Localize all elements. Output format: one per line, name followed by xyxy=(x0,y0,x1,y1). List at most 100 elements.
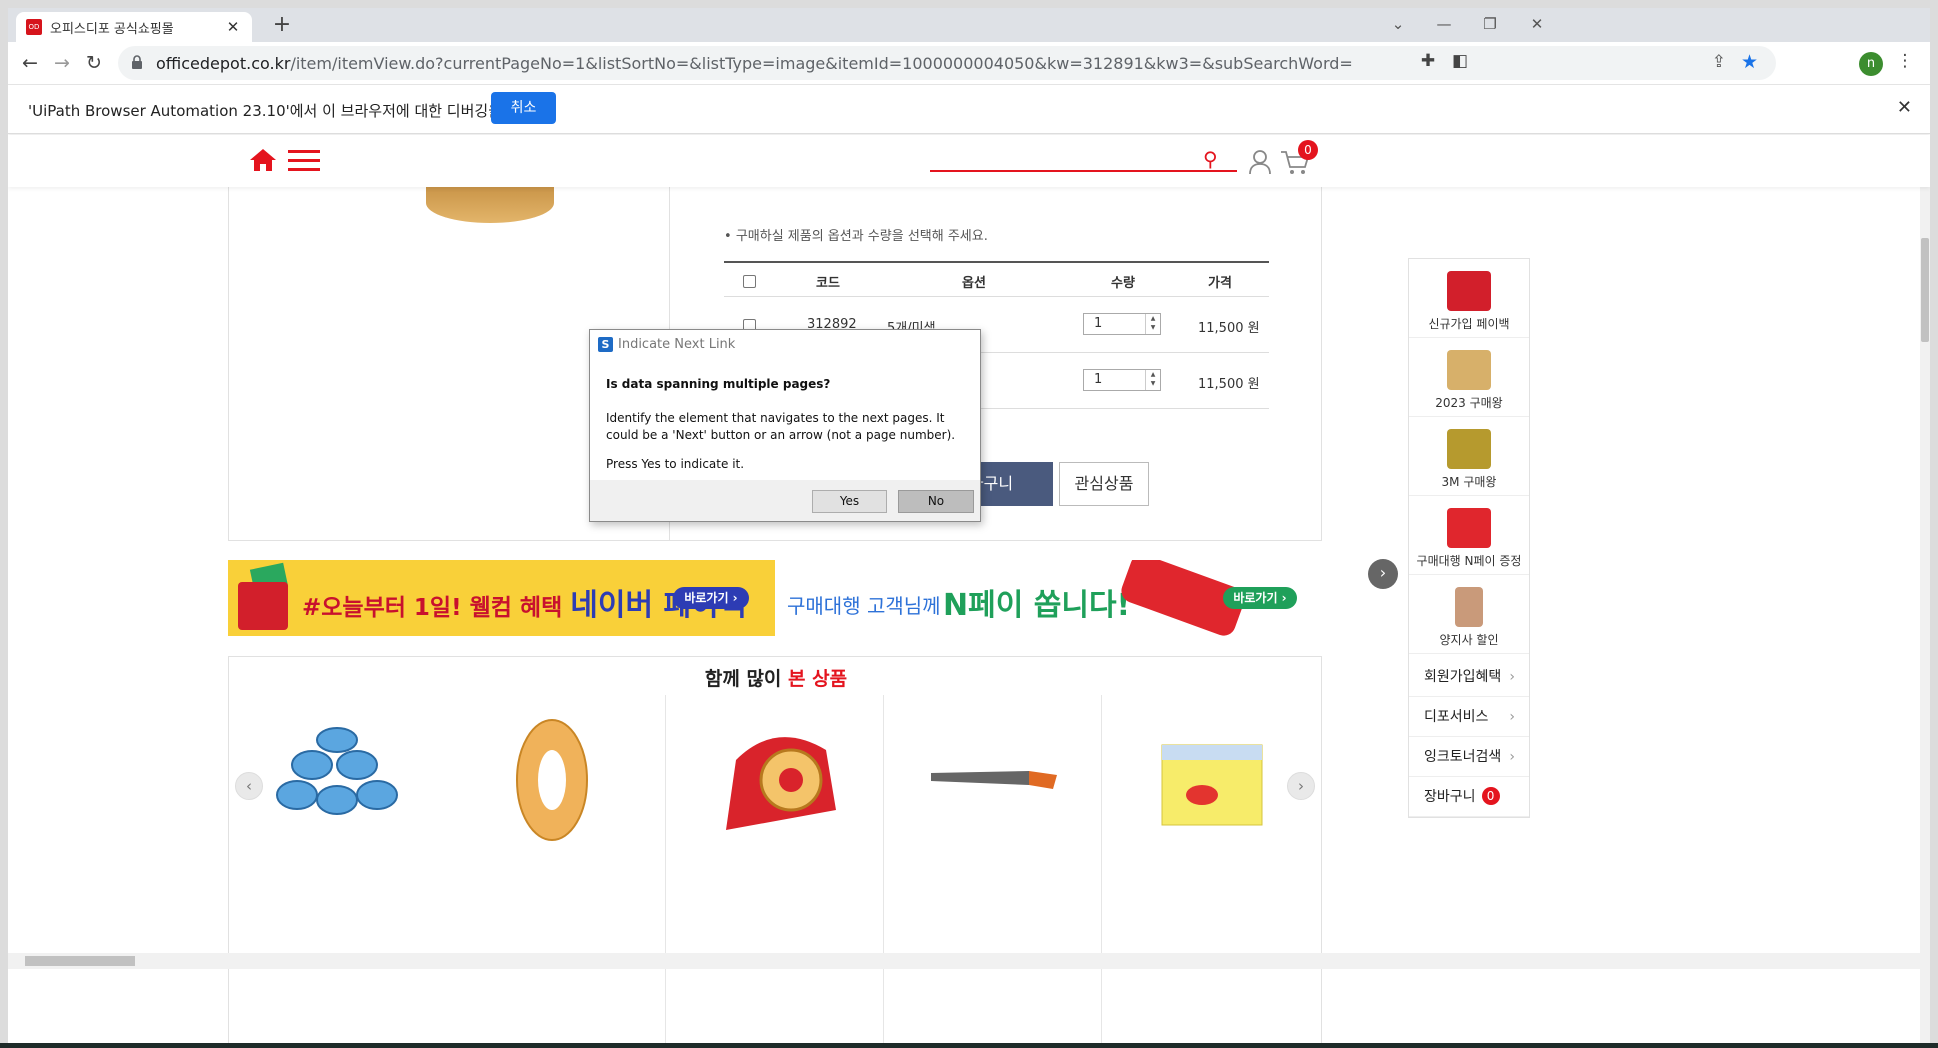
close-infobar-icon[interactable]: ✕ xyxy=(1897,97,1912,118)
banner-go-button[interactable]: 바로가기 › xyxy=(1223,587,1297,609)
bookmark-star-icon[interactable]: ★ xyxy=(1741,51,1758,73)
browser-menu-icon[interactable]: ⋮ xyxy=(1893,51,1917,71)
reload-icon[interactable]: ↻ xyxy=(81,50,107,76)
stepper-arrows-icon[interactable]: ▲ ▼ xyxy=(1145,314,1160,334)
horizontal-scrollbar[interactable] xyxy=(8,953,1920,969)
profile-avatar[interactable]: n xyxy=(1859,52,1883,76)
new-tab-button[interactable]: + xyxy=(270,14,294,38)
close-window-button[interactable]: ✕ xyxy=(1522,14,1552,36)
quickmenu-label: 2023 구매왕 xyxy=(1435,396,1503,410)
product-image xyxy=(726,737,836,830)
product-image xyxy=(516,719,588,841)
scrollbar-thumb[interactable] xyxy=(1921,238,1929,342)
url-host: officedepot.co.kr xyxy=(156,54,291,73)
quantity-stepper[interactable]: 1 ▲ ▼ xyxy=(1083,313,1161,335)
header-code: 코드 xyxy=(816,276,840,291)
dialog-prompt: Press Yes to indicate it. xyxy=(606,457,745,471)
debug-infobar: 'UiPath Browser Automation 23.10'에서 이 브라… xyxy=(8,85,1930,134)
dialog-question: Is data spanning multiple pages? xyxy=(606,377,831,391)
quickmenu-link[interactable]: 잉크토너검색 › xyxy=(1409,737,1529,777)
carousel-prev-icon[interactable]: ‹ xyxy=(235,772,263,800)
extensions-icon[interactable]: ✚ xyxy=(1416,51,1440,71)
page-viewport: ⚲ 0 • 구매하실 제품의 옵션과 수량을 선택해 주세요. 코드 옵션 수량… xyxy=(8,135,1930,1043)
yes-button[interactable]: Yes xyxy=(812,490,887,513)
tab-search-icon[interactable]: ⌄ xyxy=(1383,14,1413,36)
back-icon[interactable]: ← xyxy=(17,50,43,76)
quickmenu-link-label: 회원가입혜택 xyxy=(1424,669,1502,685)
browser-window: OD 오피스디포 공식쇼핑몰 ✕ + ⌄ — ❐ ✕ ← → ↻ officed… xyxy=(8,8,1930,1043)
tab-title: 오피스디포 공식쇼핑몰 xyxy=(50,21,174,37)
url-text: officedepot.co.kr/item/itemView.do?curre… xyxy=(156,54,1353,73)
quickmenu-item[interactable]: 2023 구매왕 xyxy=(1409,338,1529,417)
forward-icon[interactable]: → xyxy=(49,50,75,76)
address-bar[interactable]: officedepot.co.kr/item/itemView.do?curre… xyxy=(118,46,1776,80)
lock-icon xyxy=(132,55,142,69)
quickmenu-label: 신규가입 페이백 xyxy=(1428,317,1510,331)
cancel-debug-button[interactable]: 취소 xyxy=(491,92,556,124)
banner-highlight: N페이 쏩니다! xyxy=(943,588,1131,623)
quickmenu-label: 구매대행 N페이 증정 xyxy=(1416,554,1522,568)
payback-banner[interactable]: #오늘부터 1일! 웰컴 혜택 네이버 페이백 바로가기 › xyxy=(228,560,775,636)
home-icon[interactable] xyxy=(248,147,278,173)
option-notice: • 구매하실 제품의 옵션과 수량을 선택해 주세요. xyxy=(724,229,988,244)
no-button[interactable]: No xyxy=(898,490,974,513)
search-icon[interactable]: ⚲ xyxy=(1203,147,1218,171)
restore-button[interactable]: ❐ xyxy=(1475,14,1505,36)
banner-go-button[interactable]: 바로가기 › xyxy=(673,587,749,609)
wishlist-button[interactable]: 관심상품 xyxy=(1059,462,1149,506)
product-image xyxy=(1161,744,1263,826)
header-price: 가격 xyxy=(1208,276,1232,291)
quickmenu-item[interactable]: 양지사 할인 xyxy=(1409,575,1529,654)
option-notice-text: 구매하실 제품의 옵션과 수량을 선택해 주세요. xyxy=(735,229,988,244)
minimize-button[interactable]: — xyxy=(1429,14,1459,36)
scrollbar-thumb[interactable] xyxy=(25,956,135,966)
option-table-header: 코드 옵션 수량 가격 xyxy=(724,261,1269,297)
share-icon[interactable]: ⇪ xyxy=(1712,52,1726,72)
related-title-part1: 함께 많이 xyxy=(704,668,782,690)
gift-box-icon xyxy=(1447,271,1491,311)
uipath-logo-icon: S xyxy=(598,337,613,352)
browser-toolbar: ← → ↻ officedepot.co.kr/item/itemView.do… xyxy=(8,42,1930,85)
user-icon[interactable] xyxy=(1249,149,1271,175)
header-option: 옵션 xyxy=(962,276,986,291)
quickmenu-link[interactable]: 장바구니 0 xyxy=(1409,777,1529,817)
related-item[interactable] xyxy=(883,695,1101,1043)
related-products: 함께 많이 본 상품 ‹ › xyxy=(228,656,1322,1043)
envelope-icon xyxy=(1447,350,1491,390)
row-price: 11,500 원 xyxy=(1198,377,1260,392)
related-item[interactable] xyxy=(229,695,447,1043)
dialog-description: Identify the element that navigates to t… xyxy=(606,411,956,442)
chevron-right-icon: › xyxy=(1509,669,1515,685)
banner-next-arrow-icon[interactable]: › xyxy=(1368,559,1398,589)
related-item[interactable] xyxy=(665,695,883,1043)
quickmenu-label: 양지사 할인 xyxy=(1439,633,1499,647)
dialog-body: Is data spanning multiple pages? Identif… xyxy=(590,360,980,480)
chevron-right-icon: › xyxy=(1509,709,1515,725)
carousel-next-icon[interactable]: › xyxy=(1287,772,1315,800)
quickmenu-link[interactable]: 디포서비스 › xyxy=(1409,697,1529,737)
npay-banner[interactable]: 구매대행 고객님께 N페이 쏩니다! 바로가기 › xyxy=(783,560,1322,636)
select-all-checkbox[interactable] xyxy=(743,275,756,288)
quickmenu-link[interactable]: 회원가입혜택 › xyxy=(1409,657,1529,697)
diary-icon xyxy=(1455,587,1483,627)
stepper-arrows-icon[interactable]: ▲ ▼ xyxy=(1145,370,1160,390)
quickmenu-item[interactable]: 3M 구매왕 xyxy=(1409,417,1529,496)
banner-text: 구매대행 고객님께 xyxy=(787,594,941,618)
quantity-stepper[interactable]: 1 ▲ ▼ xyxy=(1083,369,1161,391)
infobar-message: 'UiPath Browser Automation 23.10'에서 이 브라… xyxy=(28,102,549,120)
browser-tab[interactable]: OD 오피스디포 공식쇼핑몰 ✕ xyxy=(16,12,252,42)
header-qty: 수량 xyxy=(1111,276,1135,291)
related-item[interactable] xyxy=(1101,695,1319,1043)
quickmenu-item[interactable]: 구매대행 N페이 증정 xyxy=(1409,496,1529,575)
related-item[interactable] xyxy=(447,695,665,1043)
hamburger-menu-icon[interactable] xyxy=(288,147,320,173)
cart-count-badge: 0 xyxy=(1481,787,1500,805)
close-tab-icon[interactable]: ✕ xyxy=(224,18,242,36)
chevron-right-icon: › xyxy=(1509,749,1515,765)
side-panel-icon[interactable]: ◧ xyxy=(1448,51,1472,71)
vertical-scrollbar[interactable]: ▲ xyxy=(1920,135,1930,1043)
quickmenu-link-label: 디포서비스 xyxy=(1424,709,1489,725)
qty-value: 1 xyxy=(1094,316,1103,331)
search-input[interactable] xyxy=(930,170,1237,172)
quickmenu-item[interactable]: 신규가입 페이백 xyxy=(1409,259,1529,338)
